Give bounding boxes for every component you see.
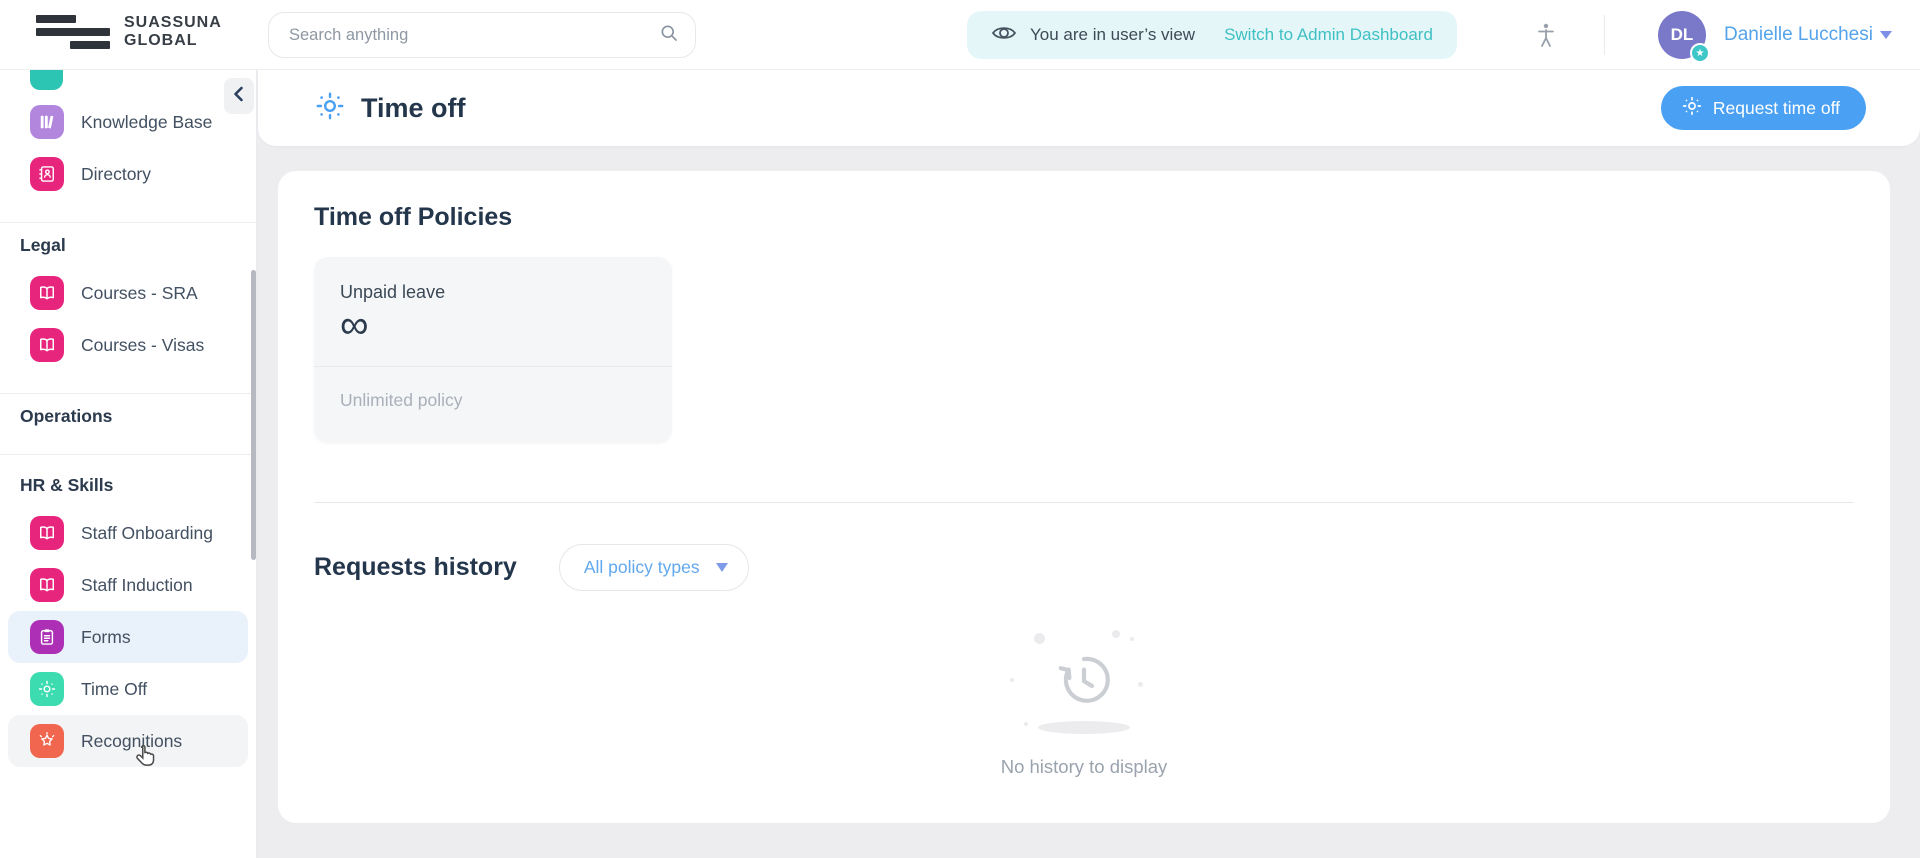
sidebar-item-recognitions[interactable]: Recognitions <box>8 715 248 767</box>
sidebar-item-label: Time Off <box>81 678 148 699</box>
policy-type-filter-dropdown[interactable]: All policy types <box>558 544 749 591</box>
sidebar-scrollbar[interactable] <box>251 270 256 560</box>
brand-logo-icon <box>36 15 110 49</box>
sidebar-item-courses-sra[interactable]: Courses - SRA <box>8 267 248 319</box>
switch-to-admin-link[interactable]: Switch to Admin Dashboard <box>1224 25 1433 45</box>
brand-name: SUASSUNA GLOBAL <box>124 14 222 49</box>
request-time-off-button[interactable]: Request time off <box>1660 86 1866 130</box>
sidebar-item-time-off[interactable]: Time Off <box>8 663 248 715</box>
sidebar-item-knowledge-base[interactable]: Knowledge Base <box>8 96 248 148</box>
user-view-banner: You are in user’s view Switch to Admin D… <box>967 11 1457 59</box>
accessibility-icon[interactable] <box>1534 22 1558 53</box>
chevron-down-icon <box>715 563 728 572</box>
clipboard-icon <box>30 620 64 654</box>
sidebar-item-label: Forms <box>81 626 131 647</box>
policy-name: Unpaid leave <box>340 282 446 302</box>
time-off-card: Time off Policies Unpaid leave ∞ Unlimit… <box>278 171 1890 823</box>
filter-selected-value: All policy types <box>583 557 700 577</box>
infinity-icon: ∞ <box>340 303 369 347</box>
avatar-star-badge: ★ <box>1690 43 1710 63</box>
search-input[interactable] <box>289 25 659 45</box>
sidebar-item-label: Knowledge Base <box>81 111 213 132</box>
section-divider <box>314 502 1854 503</box>
sidebar-item-label: Recognitions <box>81 730 183 751</box>
page-header: Time off Request time off <box>258 70 1920 146</box>
page-title: Time off <box>361 92 466 123</box>
sidebar-nav: Knowledge Base Directory Legal Courses -… <box>0 70 257 858</box>
clipped-nav-icon <box>30 70 63 90</box>
user-menu-chevron-down-icon[interactable] <box>1880 31 1892 39</box>
user-avatar[interactable]: DL ★ <box>1658 11 1710 63</box>
sidebar-item-forms[interactable]: Forms <box>8 611 248 663</box>
icon-shadow <box>1038 721 1130 734</box>
header-divider <box>1604 15 1605 55</box>
sidebar-item-label: Directory <box>81 163 152 184</box>
sidebar-item-staff-onboarding[interactable]: Staff Onboarding <box>8 507 248 559</box>
sidebar-item-label: Courses - SRA <box>81 282 198 303</box>
sidebar-section-legal: Legal <box>20 234 66 255</box>
history-heading: Requests history <box>314 553 517 581</box>
brand-logo[interactable]: SUASSUNA GLOBAL <box>36 14 222 50</box>
empty-message: No history to display <box>1000 756 1168 777</box>
search-icon <box>659 23 679 48</box>
open-book-icon <box>30 516 64 550</box>
banner-message: You are in user’s view <box>1030 25 1196 44</box>
top-header: SUASSUNA GLOBAL You are in user’s view S… <box>0 0 1920 70</box>
chevron-left-icon <box>232 85 246 108</box>
policy-card-unpaid-leave[interactable]: Unpaid leave ∞ Unlimited policy <box>314 257 672 443</box>
sidebar-item-label: Courses - Visas <box>81 334 205 355</box>
sidebar-divider <box>0 454 256 455</box>
eye-icon <box>991 22 1017 49</box>
sidebar-section-hr-skills: HR & Skills <box>20 474 114 495</box>
open-book-icon <box>30 276 64 310</box>
open-book-icon <box>30 568 64 602</box>
policy-type: Unlimited policy <box>340 390 463 410</box>
sidebar-section-operations: Operations <box>20 405 113 426</box>
sidebar-item-staff-induction[interactable]: Staff Induction <box>8 559 248 611</box>
user-name[interactable]: Danielle Lucchesi <box>1724 24 1873 46</box>
sun-icon <box>1681 95 1703 122</box>
policies-heading: Time off Policies <box>314 203 513 231</box>
history-empty-state: No history to display <box>964 630 1204 778</box>
contact-book-icon <box>30 157 64 191</box>
sidebar-item-label: Staff Induction <box>81 574 193 595</box>
sidebar-item-courses-visas[interactable]: Courses - Visas <box>8 319 248 371</box>
history-clock-icon <box>1052 656 1116 716</box>
sidebar-item-label: Staff Onboarding <box>81 522 213 543</box>
books-icon <box>30 105 64 139</box>
request-button-label: Request time off <box>1712 97 1840 118</box>
global-search <box>268 12 696 58</box>
main-content: Time off Request time off Time off Polic… <box>258 70 1920 858</box>
sidebar-collapse-button[interactable] <box>224 78 254 114</box>
sidebar-item-directory[interactable]: Directory <box>8 148 248 200</box>
sun-icon <box>30 672 64 706</box>
open-book-icon <box>30 328 64 362</box>
sun-icon <box>314 90 346 127</box>
star-icon <box>30 724 64 758</box>
